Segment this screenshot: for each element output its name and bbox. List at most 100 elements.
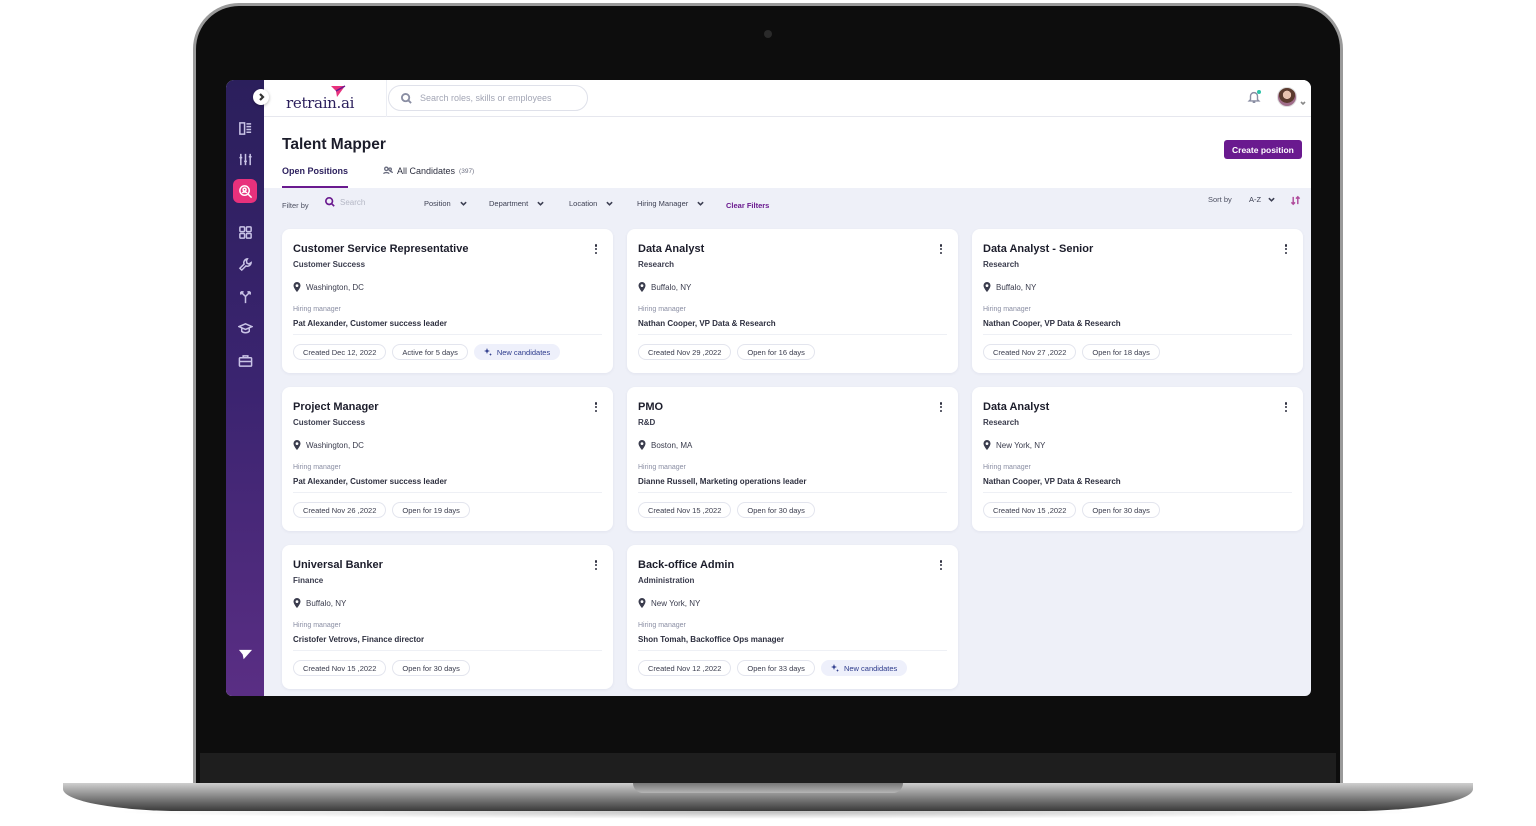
chevron-down-icon: [606, 201, 614, 206]
position-title: Data Analyst: [638, 243, 705, 255]
divider: [983, 492, 1292, 493]
sort-direction-button[interactable]: [1290, 193, 1302, 206]
position-card[interactable]: Data Analyst Research New York, NY Hirin…: [972, 387, 1303, 531]
dropdown-label: Hiring Manager: [637, 199, 689, 208]
card-menu-button[interactable]: [1283, 243, 1289, 255]
new-candidates-chip[interactable]: New candidates: [473, 344, 561, 360]
department: Finance: [293, 576, 324, 585]
tab-all-candidates[interactable]: All Candidates (397): [383, 166, 474, 188]
clear-filters-link[interactable]: Clear Filters: [726, 201, 769, 210]
hiring-manager: Nathan Cooper, VP Data & Research: [638, 319, 776, 328]
graduation-cap-icon[interactable]: [233, 316, 257, 340]
avatar[interactable]: [1277, 87, 1297, 107]
position-card[interactable]: Data Analyst - Senior Research Buffalo, …: [972, 229, 1303, 373]
filter-search[interactable]: [325, 197, 400, 207]
logo-mark-icon: [331, 85, 346, 97]
position-card[interactable]: PMO R&D Boston, MA Hiring manager Dianne…: [627, 387, 958, 531]
map-pin-icon: [638, 440, 646, 450]
card-menu-button[interactable]: [593, 243, 599, 255]
location: Boston, MA: [638, 440, 692, 450]
global-search[interactable]: [388, 85, 588, 111]
briefcase-icon[interactable]: [233, 348, 257, 372]
sparkle-icon: [483, 348, 492, 356]
hiring-manager-label: Hiring manager: [293, 306, 341, 313]
notifications-button[interactable]: [1247, 90, 1261, 104]
position-card[interactable]: Universal Banker Finance Buffalo, NY Hir…: [282, 545, 613, 689]
card-menu-button[interactable]: [593, 559, 599, 571]
department: Administration: [638, 576, 695, 585]
create-position-button[interactable]: Create position: [1224, 140, 1302, 159]
position-dropdown[interactable]: Position: [424, 199, 467, 208]
divider: [293, 492, 602, 493]
sidebar: [226, 80, 264, 696]
dashboard-icon[interactable]: [233, 116, 257, 140]
position-card[interactable]: Back-office Admin Administration New Yor…: [627, 545, 958, 689]
hiring-manager: Cristofer Vetrovs, Finance director: [293, 635, 425, 644]
card-menu-button[interactable]: [938, 559, 944, 571]
hiring-manager-label: Hiring manager: [983, 306, 1031, 313]
location-text: New York, NY: [996, 440, 1046, 450]
position-card[interactable]: Data Analyst Research Buffalo, NY Hiring…: [627, 229, 958, 373]
dropdown-label: Location: [569, 199, 598, 208]
location-text: New York, NY: [651, 598, 701, 608]
talent-search-icon[interactable]: [233, 179, 257, 203]
apps-grid-icon[interactable]: [233, 220, 257, 244]
chevron-down-icon: [1268, 197, 1275, 202]
status-chip: Open for 16 days: [737, 344, 815, 360]
hiring-manager-label: Hiring manager: [638, 622, 686, 629]
dropdown-label: Position: [424, 199, 451, 208]
filter-bar: Filter by Position Department Location H…: [264, 188, 1311, 224]
divider: [293, 650, 602, 651]
status-chip: Active for 5 days: [392, 344, 468, 360]
sort-dropdown[interactable]: A-Z: [1249, 195, 1275, 204]
hiring-manager: Shon Tomah, Backoffice Ops manager: [638, 635, 785, 644]
location-text: Buffalo, NY: [651, 282, 692, 292]
department: Customer Success: [293, 418, 366, 427]
filter-label: Filter by: [282, 201, 309, 210]
hiring-manager: Pat Alexander, Customer success leader: [293, 319, 447, 328]
status-chip: Open for 18 days: [1082, 344, 1160, 360]
sidebar-toggle-button[interactable]: [253, 89, 269, 105]
divider: [638, 492, 947, 493]
chevron-down-icon[interactable]: [1300, 93, 1306, 106]
hiring-manager: Nathan Cooper, VP Data & Research: [983, 477, 1121, 486]
filter-search-input[interactable]: [340, 197, 400, 207]
laptop-bezel: [200, 753, 1336, 783]
location-text: Boston, MA: [651, 440, 693, 450]
location: Buffalo, NY: [638, 282, 691, 292]
sort-label: Sort by: [1208, 195, 1232, 204]
global-search-input[interactable]: [420, 93, 580, 103]
chevron-down-icon: [697, 201, 704, 206]
department-dropdown[interactable]: Department: [489, 199, 544, 208]
status-chip: Open for 30 days: [1082, 502, 1160, 518]
brand-arrow-icon[interactable]: [233, 642, 257, 666]
card-menu-button[interactable]: [1283, 401, 1289, 413]
created-date-chip: Created Nov 12 ,2022: [638, 660, 732, 676]
card-menu-button[interactable]: [593, 401, 599, 413]
logo[interactable]: retrain.ai: [286, 85, 354, 112]
hiring-manager-dropdown[interactable]: Hiring Manager: [637, 199, 704, 208]
location-dropdown[interactable]: Location: [569, 199, 614, 208]
positions-grid: Customer Service Representative Customer…: [282, 229, 1303, 689]
wrench-icon[interactable]: [233, 252, 257, 276]
new-candidates-label: New candidates: [843, 663, 898, 673]
sliders-icon[interactable]: [233, 147, 257, 171]
chevron-down-icon: [460, 201, 467, 206]
card-menu-button[interactable]: [938, 401, 944, 413]
card-menu-button[interactable]: [938, 243, 944, 255]
location-text: Buffalo, NY: [306, 598, 347, 608]
position-card[interactable]: Project Manager Customer Success Washing…: [282, 387, 613, 531]
paths-icon[interactable]: [233, 284, 257, 308]
new-candidates-chip[interactable]: New candidates: [820, 660, 908, 676]
sort-direction-icon: [1290, 195, 1301, 206]
search-icon: [325, 197, 335, 207]
map-pin-icon: [638, 282, 646, 292]
position-card[interactable]: Customer Service Representative Customer…: [282, 229, 613, 373]
hiring-manager-label: Hiring manager: [638, 464, 686, 471]
card-chips: Created Nov 27 ,2022 Open for 18 days: [983, 344, 1160, 360]
chevron-right-icon: [259, 93, 265, 101]
card-chips: Created Nov 29 ,2022 Open for 16 days: [638, 344, 815, 360]
new-candidates-label: New candidates: [496, 347, 551, 357]
tab-open-positions[interactable]: Open Positions: [282, 166, 349, 188]
card-chips: Created Nov 15 ,2022 Open for 30 days: [983, 502, 1160, 518]
